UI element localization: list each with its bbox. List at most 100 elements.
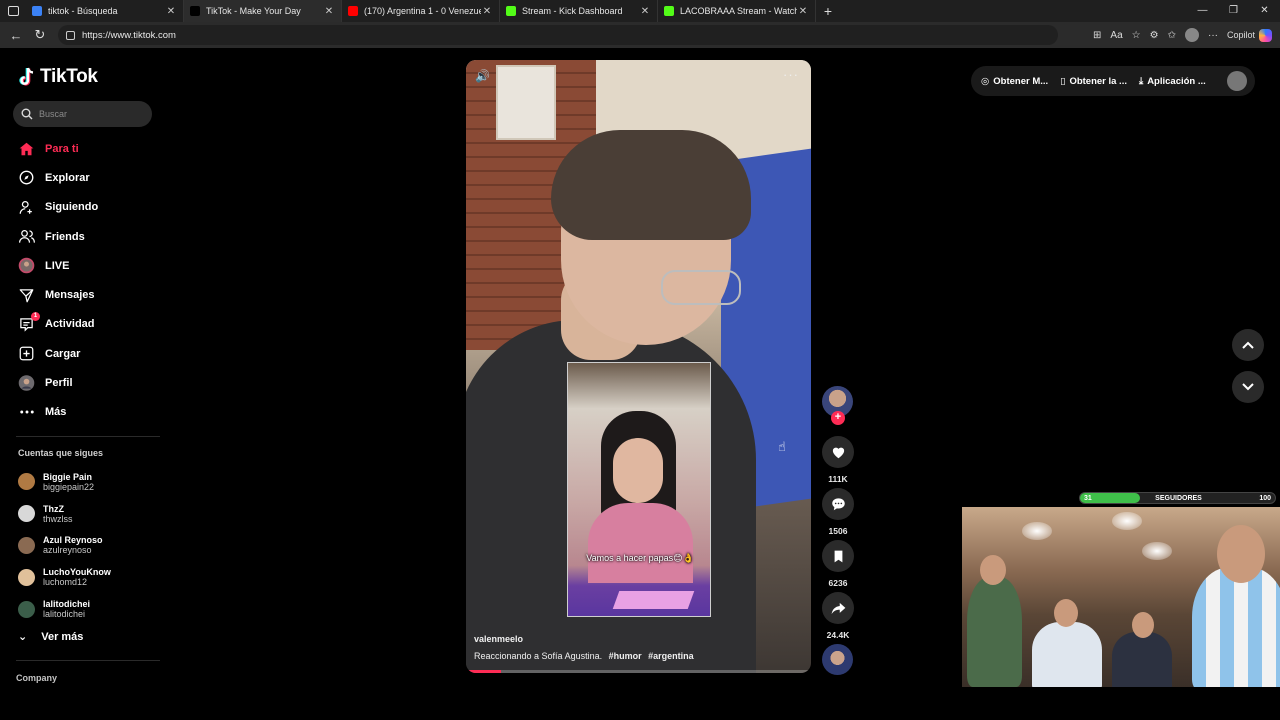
sidebar-item-siguiendo[interactable]: Siguiendo	[0, 193, 170, 222]
tab-title: (170) Argentina 1 - 0 Venezuela |	[364, 6, 481, 16]
video-progress-bar[interactable]	[466, 670, 811, 673]
following-account[interactable]: Biggie Pain biggiepain22	[18, 466, 168, 498]
comment-count: 1506	[828, 526, 848, 536]
live-icon	[18, 257, 35, 274]
inset-top	[588, 503, 693, 583]
app-install-icon[interactable]: ⊞	[1093, 30, 1101, 41]
get-coins-button[interactable]: ◎ Obtener M...	[981, 76, 1048, 87]
favorite-star-icon[interactable]: ☆	[1132, 30, 1141, 41]
tab-favicon-icon	[506, 6, 516, 16]
account-avatar	[18, 568, 35, 586]
desktop-app-button[interactable]: ⤓ Aplicación ...	[1139, 76, 1206, 87]
comment-icon	[831, 498, 845, 511]
webcam-person-head	[1054, 599, 1078, 627]
chevron-down-icon: ⌄	[18, 631, 28, 643]
hashtag-link[interactable]: #argentina	[648, 651, 694, 661]
new-tab-button[interactable]: +	[816, 3, 840, 19]
url-field[interactable]: https://www.tiktok.com	[58, 25, 1058, 45]
sidebar-item-live[interactable]: LIVE	[0, 251, 170, 280]
save-button[interactable]	[822, 540, 854, 572]
close-tab-icon[interactable]: ✕	[323, 6, 335, 17]
browser-tab[interactable]: TikTok - Make Your Day ✕	[184, 0, 342, 22]
tab-favicon-icon	[32, 6, 42, 16]
browser-tab[interactable]: tiktok - Búsqueda ✕	[26, 0, 184, 22]
extensions-icon[interactable]: ⚙	[1150, 30, 1159, 41]
like-count: 111K	[828, 474, 848, 484]
video-player[interactable]: Vamos a hacer papas😊👌 🔊 ··· valenmeelo R…	[466, 60, 811, 673]
follower-goal-target: 100	[1259, 494, 1271, 502]
sidebar-item-perfil[interactable]: Perfil	[0, 368, 170, 397]
window-menu-icon[interactable]	[0, 0, 26, 22]
company-link[interactable]: Company	[16, 673, 57, 683]
maximize-icon[interactable]: ❐	[1218, 0, 1249, 22]
sound-disc-avatar[interactable]	[822, 644, 853, 675]
avatar-icon	[18, 375, 35, 392]
close-tab-icon[interactable]: ✕	[797, 6, 809, 17]
comment-button[interactable]	[822, 488, 854, 520]
minimize-icon[interactable]: —	[1187, 0, 1218, 22]
tab-favicon-icon	[190, 6, 200, 16]
following-account[interactable]: Azul Reynoso azulreynoso	[18, 530, 168, 562]
sidebar-item-cargar[interactable]: Cargar	[0, 339, 170, 368]
reload-icon[interactable]: ↻	[28, 27, 52, 43]
ceiling-light	[1112, 512, 1142, 530]
sidebar-item-label: Cargar	[45, 347, 81, 360]
search-input[interactable]	[39, 109, 139, 119]
close-tab-icon[interactable]: ✕	[639, 6, 651, 17]
follow-plus-button[interactable]: +	[831, 411, 845, 425]
sidebar-divider	[16, 660, 160, 661]
sidebar-item-label: Más	[45, 406, 67, 419]
browser-tab[interactable]: Stream - Kick Dashboard ✕	[500, 0, 658, 22]
volume-icon[interactable]: 🔊	[475, 69, 490, 83]
like-button[interactable]	[822, 436, 854, 468]
video-person-hair	[551, 130, 751, 240]
following-account[interactable]: LuchoYouKnow luchomd12	[18, 561, 168, 593]
get-app-button[interactable]: ▯ Obtener la ...	[1060, 76, 1127, 87]
read-aloud-icon[interactable]: Aa	[1110, 30, 1122, 41]
video-author[interactable]: valenmeelo	[474, 634, 523, 644]
notification-badge: 1	[31, 311, 40, 321]
sidebar-item-explorar[interactable]: Explorar	[0, 163, 170, 192]
sidebar-item-friends[interactable]: Friends	[0, 222, 170, 251]
close-window-icon[interactable]: ✕	[1249, 0, 1280, 22]
sidebar-item-label: Friends	[45, 230, 85, 243]
sidebar-item-mensajes[interactable]: Mensajes	[0, 280, 170, 309]
video-scene-frame	[496, 65, 556, 140]
webcam-person	[1112, 632, 1172, 687]
inset-object	[612, 591, 695, 609]
close-tab-icon[interactable]: ✕	[165, 6, 177, 17]
webcam-person-head	[1217, 525, 1265, 583]
sidebar-item-actividad[interactable]: 1 Actividad	[0, 310, 170, 339]
tiktok-logo[interactable]: TikTok	[18, 66, 98, 88]
browser-menu-icon[interactable]: ···	[1208, 30, 1218, 41]
close-tab-icon[interactable]: ✕	[481, 6, 493, 17]
browser-tab[interactable]: LACOBRAAA Stream - Watch Live✕	[658, 0, 816, 22]
url-text: https://www.tiktok.com	[82, 29, 176, 41]
compass-icon	[18, 169, 35, 186]
share-count: 24.4K	[826, 630, 850, 640]
tab-title: LACOBRAAA Stream - Watch Live	[680, 6, 797, 16]
previous-video-button[interactable]	[1232, 329, 1264, 361]
see-more-button[interactable]: ⌄ Ver más	[18, 630, 83, 644]
browser-tab[interactable]: (170) Argentina 1 - 0 Venezuela |✕	[342, 0, 500, 22]
sidebar-item-más[interactable]: Más	[0, 398, 170, 427]
inbox-icon: 1	[18, 311, 40, 333]
copilot-button[interactable]: Copilot	[1227, 28, 1272, 42]
following-account[interactable]: ThzZ thwzlss	[18, 498, 168, 530]
user-avatar[interactable]	[1227, 71, 1247, 91]
search-box[interactable]	[13, 101, 152, 127]
favorites-icon[interactable]: ✩	[1168, 30, 1176, 41]
sidebar-item-para-ti[interactable]: Para ti	[0, 134, 170, 163]
address-bar-row: ← ↻ https://www.tiktok.com ⊞ Aa ☆ ⚙ ✩ ··…	[0, 22, 1280, 48]
tab-title: TikTok - Make Your Day	[206, 6, 301, 16]
browser-profile-avatar[interactable]	[1184, 28, 1199, 42]
more-options-icon[interactable]: ···	[783, 67, 799, 82]
share-button[interactable]	[822, 592, 854, 624]
next-video-button[interactable]	[1232, 371, 1264, 403]
bookmark-icon	[834, 550, 842, 562]
back-icon[interactable]: ←	[4, 28, 28, 43]
following-account[interactable]: lalitodichei lalitodichei	[18, 593, 168, 625]
friends-icon	[18, 228, 35, 245]
hashtag-link[interactable]: #humor	[609, 651, 642, 661]
tab-favicon-icon	[664, 6, 674, 16]
